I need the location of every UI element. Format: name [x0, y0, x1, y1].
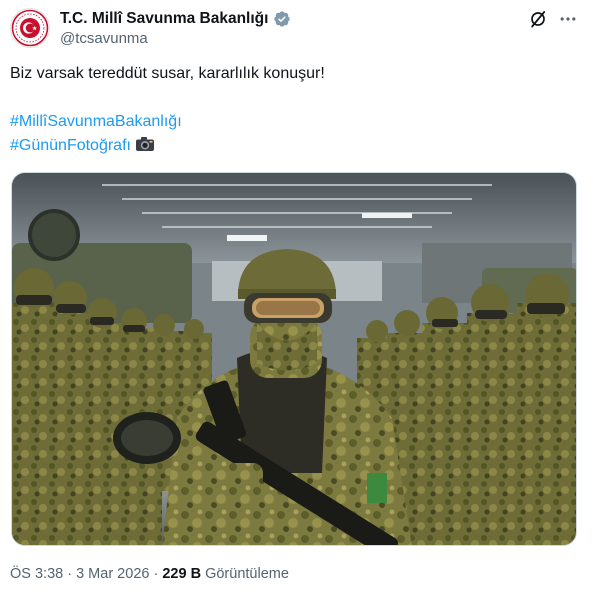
camera-emoji-icon: [135, 137, 154, 151]
avatar[interactable]: [10, 8, 50, 48]
more-options-icon[interactable]: [558, 9, 578, 29]
display-name-row[interactable]: T.C. Millî Savunma Bakanlığı: [60, 9, 291, 28]
views-label: Görüntüleme: [205, 566, 289, 582]
display-name[interactable]: T.C. Millî Savunma Bakanlığı: [60, 9, 268, 28]
post-meta: ÖS 3:38 · 3 Mar 2026 · 229 B Görüntüleme: [10, 566, 289, 582]
account-handle[interactable]: @tcsavunma: [60, 30, 148, 47]
hashtag-msb[interactable]: #MillîSavunmaBakanlığı: [10, 112, 182, 132]
post-photo[interactable]: [11, 172, 577, 546]
verified-badge-icon: [274, 10, 291, 27]
soldiers-photo-image: [12, 173, 576, 545]
meta-separator: ·: [149, 566, 163, 582]
meta-separator: ·: [63, 566, 77, 582]
post-date[interactable]: 3 Mar 2026: [76, 566, 149, 582]
post-body: Biz varsak tereddüt susar, kararlılık ko…: [10, 65, 325, 82]
turkish-defense-emblem-icon: [11, 9, 49, 47]
post-time[interactable]: ÖS 3:38: [10, 566, 63, 582]
hashtag-gunun-fotografi-row: #GününFotoğrafı: [10, 136, 155, 156]
hashtag-gunun-fotografi[interactable]: #GününFotoğrafı: [10, 137, 131, 154]
grok-icon[interactable]: [528, 9, 548, 29]
views-count: 229 B: [162, 566, 202, 582]
